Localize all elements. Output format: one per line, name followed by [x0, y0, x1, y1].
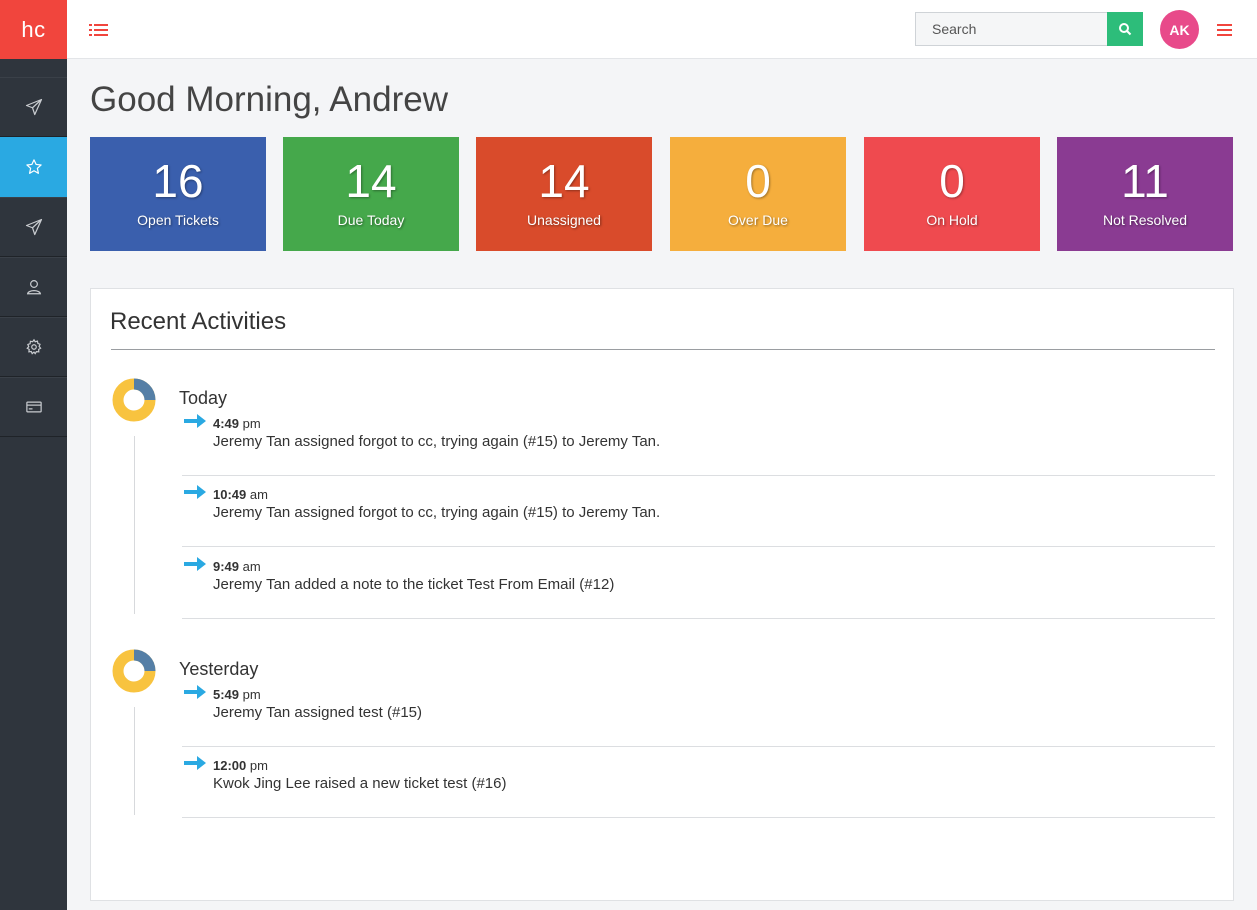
sidebar-item-billing[interactable] — [0, 377, 67, 437]
paper-plane-icon — [25, 98, 42, 116]
arrow-right-icon — [184, 756, 206, 770]
list-icon[interactable] — [89, 22, 109, 38]
credit-card-icon — [25, 401, 42, 413]
activity-time: 10:49 am — [213, 487, 268, 502]
sidebar-item-favorites[interactable] — [0, 137, 67, 197]
star-icon — [25, 159, 42, 174]
activity-text: Jeremy Tan assigned forgot to cc, trying… — [213, 433, 661, 450]
stat-tile-open-tickets[interactable]: 16 Open Tickets — [90, 137, 266, 251]
stat-value: 0 — [745, 155, 771, 207]
recent-activities-panel: Recent Activities Today 4:49 pm Jeremy T… — [90, 288, 1234, 901]
avatar-initials: AK — [1169, 21, 1190, 38]
activity-item: 4:49 pm Jeremy Tan assigned forgot to cc… — [182, 405, 1215, 476]
activity-text: Jeremy Tan assigned test (#15) — [213, 704, 422, 721]
stat-label: On Hold — [926, 212, 978, 228]
stat-tile-due-today[interactable]: 14 Due Today — [283, 137, 459, 251]
page-title: Good Morning, Andrew — [90, 80, 448, 119]
stat-label: Over Due — [728, 212, 788, 228]
stat-label: Open Tickets — [137, 212, 219, 228]
divider — [111, 349, 1215, 350]
stat-tile-unassigned[interactable]: 14 Unassigned — [476, 137, 652, 251]
paper-plane-icon — [25, 218, 42, 236]
top-header: AK — [67, 0, 1257, 59]
activity-time: 4:49 pm — [213, 416, 261, 431]
stat-value: 14 — [538, 155, 590, 207]
activity-item: 5:49 pm Jeremy Tan assigned test (#15) — [182, 676, 1215, 747]
stat-value: 11 — [1121, 155, 1169, 207]
activity-text: Jeremy Tan added a note to the ticket Te… — [213, 576, 615, 593]
activity-item: 12:00 pm Kwok Jing Lee raised a new tick… — [182, 747, 1215, 818]
search-icon — [1119, 23, 1132, 36]
panel-title: Recent Activities — [110, 308, 287, 335]
donut-chart-icon — [112, 649, 156, 693]
stat-value: 14 — [345, 155, 397, 207]
activity-time: 12:00 pm — [213, 758, 268, 773]
activity-item: 9:49 am Jeremy Tan added a note to the t… — [182, 548, 1215, 619]
arrow-right-icon — [184, 685, 206, 699]
activity-text: Kwok Jing Lee raised a new ticket test (… — [213, 775, 507, 792]
stat-tile-over-due[interactable]: 0 Over Due — [670, 137, 846, 251]
search-input[interactable] — [915, 12, 1107, 46]
stat-value: 16 — [152, 155, 204, 207]
activity-text: Jeremy Tan assigned forgot to cc, trying… — [213, 504, 661, 521]
donut-chart-icon — [112, 378, 156, 422]
stat-tile-not-resolved[interactable]: 11 Not Resolved — [1057, 137, 1233, 251]
stat-value: 0 — [939, 155, 965, 207]
gear-icon — [25, 338, 42, 355]
activity-time: 9:49 am — [213, 559, 261, 574]
user-icon — [26, 280, 41, 295]
search-bar — [915, 12, 1143, 46]
sidebar: hc — [0, 0, 67, 910]
activity-time: 5:49 pm — [213, 687, 261, 702]
sidebar-item-sent[interactable] — [0, 197, 67, 257]
hamburger-icon[interactable] — [1217, 24, 1232, 36]
activity-item: 10:49 am Jeremy Tan assigned forgot to c… — [182, 476, 1215, 547]
timeline-line — [134, 436, 135, 614]
stat-tile-on-hold[interactable]: 0 On Hold — [864, 137, 1040, 251]
timeline-line — [134, 707, 135, 815]
stat-label: Not Resolved — [1102, 212, 1188, 228]
stat-label: Unassigned — [527, 212, 601, 228]
arrow-right-icon — [184, 414, 206, 428]
sidebar-item-users[interactable] — [0, 257, 67, 317]
search-button[interactable] — [1107, 12, 1143, 46]
logo-text: hc — [21, 16, 46, 42]
sidebar-item-send[interactable] — [0, 77, 67, 137]
arrow-right-icon — [184, 557, 206, 571]
app-logo[interactable]: hc — [0, 0, 67, 59]
user-avatar[interactable]: AK — [1160, 10, 1199, 49]
sidebar-item-settings[interactable] — [0, 317, 67, 377]
arrow-right-icon — [184, 485, 206, 499]
stat-label: Due Today — [337, 212, 405, 228]
